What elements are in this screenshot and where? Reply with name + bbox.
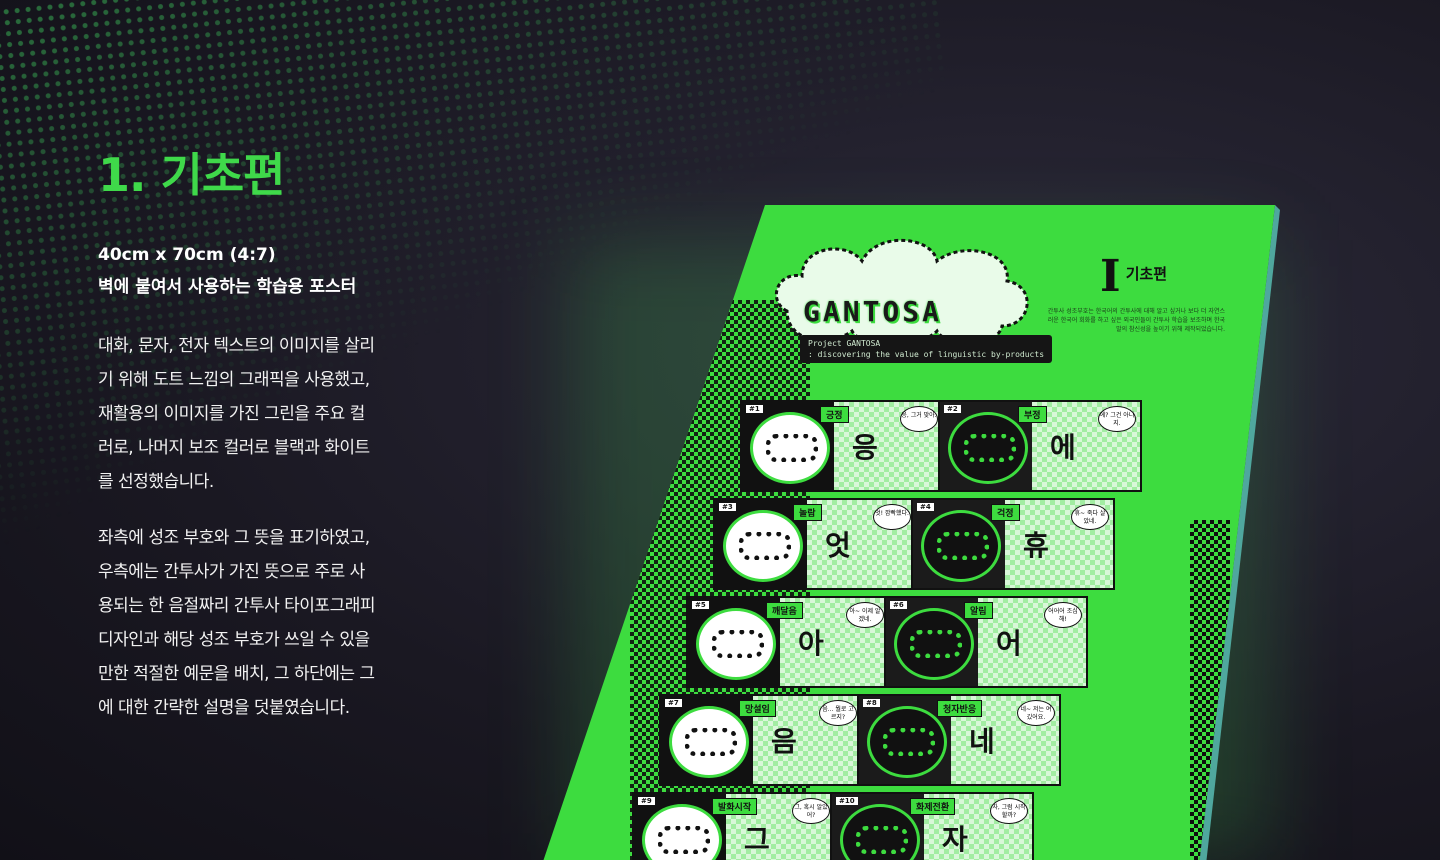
card-tag: 알림 [964,602,993,619]
card-number: #6 [890,601,907,609]
poster-mockup: GANTOSA Project GANTOSA : discovering th… [530,200,1290,860]
card-2: #2 부정 에 에? 그건 아니지. [938,400,1142,492]
card-tag: 놀람 [793,504,822,521]
card-number: #3 [719,503,736,511]
card-word: 자 [942,823,968,856]
speech-bubble: 음... 뭘로 고르지? [819,700,857,726]
card-word: 음 [771,725,797,758]
card-9: #9 발화시작 그 그, 혹시 알았어? [632,792,836,860]
card-tag: 청자반응 [937,700,983,717]
layout-description: 좌측에 성조 부호와 그 뜻을 표기하였고, 우측에는 간투사가 가진 뜻으로 … [98,527,376,718]
speech-bubble: 자, 그럼 시작할까? [990,798,1028,824]
speech-bubble: 아~ 이제 알겠네. [846,602,884,628]
card-tag: 망설임 [739,700,776,717]
card-8: #8 청자반응 네 네~ 저는 여깄어요. [857,694,1061,786]
card-tag: 발화시작 [712,798,758,815]
card-number: #7 [665,699,682,707]
card-1: #1 긍정 응 응, 그거 맞아. [740,400,944,492]
card-number: #1 [746,405,763,413]
card-number: #8 [863,699,880,707]
speech-bubble: 응, 그거 맞아. [900,406,938,432]
tone-mark-icon [658,826,710,854]
speech-bubble: 에? 그건 아니지. [1098,406,1136,432]
tone-mark-icon [910,630,962,658]
card-number: #4 [917,503,934,511]
card-10: #10 화제전환 자 자, 그럼 시작할까? [830,792,1034,860]
card-word: 아 [798,627,824,660]
speech-bubble: 그, 혹시 알았어? [792,798,830,824]
card-tag: 부정 [1018,406,1047,423]
card-word: 네 [969,725,995,758]
card-number: #5 [692,601,709,609]
card-7: #7 망설임 음 음... 뭘로 고르지? [659,694,863,786]
card-6: #6 알림 어 어어어 조심해! [884,596,1088,688]
card-tag: 걱정 [991,504,1020,521]
card-5: #5 깨달음 아 아~ 이제 알겠네. [686,596,890,688]
tone-mark-icon [883,728,935,756]
card-word: 엇 [825,529,851,562]
description-column: 1. 기초편 40cm x 70cm (4:7) 벽에 붙여서 사용하는 학습용… [98,150,378,725]
card-tag: 깨달음 [766,602,803,619]
tone-mark-icon [739,532,791,560]
tone-mark-icon [964,434,1016,462]
card-4: #4 걱정 휴 휴~ 죽다 살았네. [911,498,1115,590]
card-number: #2 [944,405,961,413]
card-word: 응 [852,431,878,464]
tone-mark-icon [685,728,737,756]
speech-bubble: 휴~ 죽다 살았네. [1071,504,1109,530]
card-word: 에 [1050,431,1076,464]
speech-bubble: 네~ 저는 여깄어요. [1017,700,1055,726]
card-tag: 긍정 [820,406,849,423]
card-word: 그 [744,823,770,856]
card-3: #3 놀람 엇 엇! 깜빡했다. [713,498,917,590]
poster-usage: 벽에 붙여서 사용하는 학습용 포스터 [98,276,357,297]
card-number: #10 [836,797,858,805]
tone-mark-icon [856,826,908,854]
tone-mark-icon [937,532,989,560]
speech-bubble: 엇! 깜빡했다. [873,504,911,530]
tone-mark-icon [712,630,764,658]
stage: 1. 기초편 40cm x 70cm (4:7) 벽에 붙여서 사용하는 학습용… [0,0,1440,860]
card-tag: 화제전환 [910,798,956,815]
design-description: 대화, 문자, 전자 텍스트의 이미지를 살리기 위해 도트 느낌의 그래픽을 … [98,335,375,492]
card-word: 어 [996,627,1022,660]
tone-mark-icon [766,434,818,462]
section-title: 1. 기초편 [98,148,285,202]
card-word: 휴 [1023,529,1049,562]
poster-size: 40cm x 70cm (4:7) [98,244,276,265]
speech-bubble: 어어어 조심해! [1044,602,1082,628]
card-number: #9 [638,797,655,805]
